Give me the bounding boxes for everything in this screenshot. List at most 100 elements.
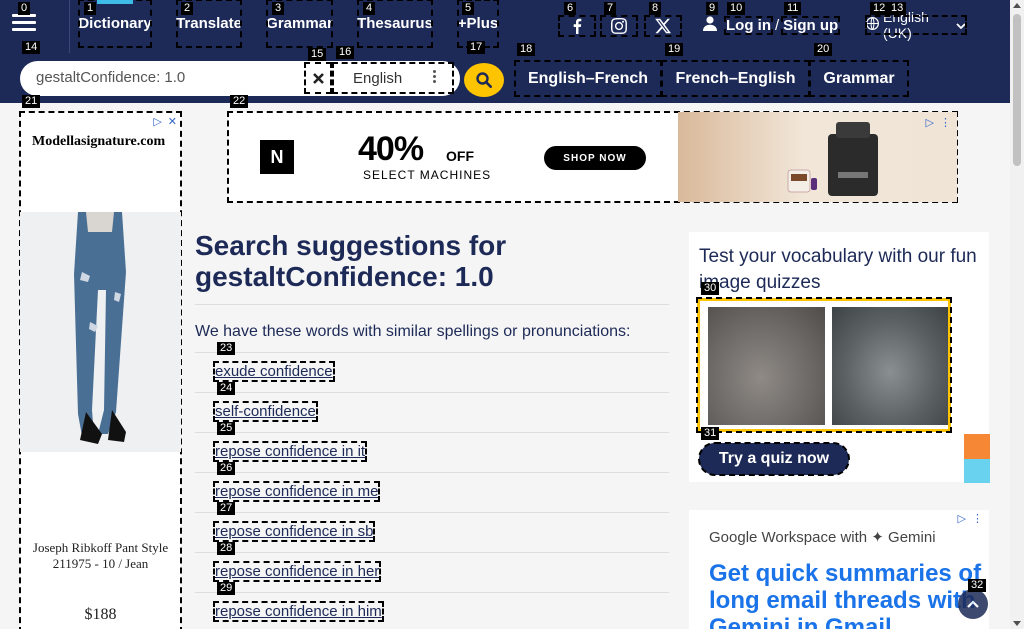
left-ad[interactable]: ▷ ✕ Modellasignature.com Joseph Ribkoff …	[19, 111, 182, 629]
back-to-top-button[interactable]	[958, 589, 988, 619]
facebook-icon[interactable]	[558, 15, 596, 37]
ad-headline: Get quick summaries of long email thread…	[709, 560, 982, 629]
mark-label: 27	[217, 502, 236, 515]
banner-ad-choices[interactable]: ▷ ⋮	[926, 116, 951, 129]
chevron-up-icon	[967, 599, 979, 608]
banner-ad[interactable]: N 40% OFF SELECT MACHINES SHOP NOW ▷ ⋮	[227, 111, 958, 203]
mark-label: 1	[84, 2, 97, 15]
mark-label: 18	[517, 43, 536, 56]
mark-label: 9	[706, 2, 719, 15]
more-vertical-icon[interactable]: ⋮	[940, 116, 951, 129]
mark-label: 29	[217, 582, 236, 595]
list-item: self-confidence	[195, 392, 669, 432]
mark-label: 17	[467, 41, 486, 54]
mark-label: 23	[217, 342, 236, 355]
login-separator: /	[775, 16, 780, 34]
promo-subtext: SELECT MACHINES	[363, 168, 492, 182]
scroll-up-arrow[interactable]	[1013, 3, 1021, 8]
suggestion-link[interactable]: repose confidence in sb	[212, 521, 376, 542]
mark-label: 4	[363, 2, 376, 15]
seal-image	[832, 307, 948, 425]
scrollbar-thumb[interactable]	[1013, 14, 1021, 166]
suggestion-link[interactable]: repose confidence in her	[212, 561, 382, 582]
mark-label: 22	[230, 95, 249, 108]
mark-label: 31	[701, 427, 720, 440]
mark-label: 12	[870, 2, 889, 15]
right-ad-choices[interactable]: ▷ ⋮	[958, 512, 983, 525]
mark-label: 2	[181, 2, 194, 15]
brand-logo: N	[260, 140, 294, 174]
link-english-french[interactable]: English–French	[514, 60, 662, 97]
close-icon[interactable]: ✕	[168, 115, 177, 128]
login-link[interactable]: Log in	[724, 15, 773, 35]
shop-now-button[interactable]: SHOP NOW	[544, 146, 646, 170]
mark-label: 19	[665, 43, 684, 56]
mark-label: 15	[308, 48, 327, 61]
search-icon	[476, 72, 492, 88]
suggestion-link[interactable]: repose confidence in it	[212, 441, 368, 462]
list-item: repose confidence in him	[195, 592, 669, 629]
page-title-term: gestaltConfidence: 1.0	[195, 261, 494, 292]
suggestion-link[interactable]: self-confidence	[213, 401, 318, 422]
suggestion-link[interactable]: repose confidence in him	[213, 601, 384, 622]
ad-choices[interactable]: ▷ ✕	[153, 115, 177, 128]
more-vertical-icon	[433, 70, 437, 85]
suggestion-list: exude confidence self-confidence repose …	[195, 352, 669, 629]
mark-label: 7	[604, 2, 617, 15]
adchoices-icon[interactable]: ▷	[153, 115, 161, 128]
search-box: English	[20, 61, 460, 96]
menu-icon[interactable]	[12, 14, 36, 34]
feedback-tab-blue[interactable]	[964, 459, 990, 483]
list-item: repose confidence in her	[195, 552, 669, 592]
search-bar-row: English English–French French–English Gr…	[0, 53, 1010, 103]
suggestion-link[interactable]: exude confidence	[213, 361, 335, 382]
mark-label: 30	[701, 282, 720, 295]
try-quiz-button[interactable]: Try a quiz now	[698, 442, 850, 476]
ad-brand-logo: Modellasignature.com	[32, 134, 166, 149]
quiz-card: Test your vocabulary with our fun image …	[689, 232, 989, 482]
feedback-tab-orange[interactable]	[964, 434, 990, 459]
mark-label: 20	[814, 43, 833, 56]
mark-label: 16	[336, 46, 355, 59]
list-item: exude confidence	[195, 352, 669, 392]
chevron-down-icon	[956, 17, 966, 33]
mark-label: 0	[18, 2, 31, 15]
language-selector[interactable]: English (UK)	[865, 9, 967, 41]
instagram-icon[interactable]	[600, 15, 638, 37]
search-input[interactable]	[36, 69, 306, 86]
list-item: repose confidence in sb	[195, 512, 669, 552]
globe-icon	[866, 17, 879, 33]
search-button[interactable]	[464, 63, 504, 97]
right-ad[interactable]: ▷ ⋮ Google Workspace with ✦ Gemini Get q…	[689, 510, 989, 629]
mark-label: 10	[727, 2, 746, 15]
suggestion-link[interactable]: repose confidence in me	[212, 481, 381, 502]
page-title-prefix: Search suggestions for	[195, 230, 507, 261]
link-french-english[interactable]: French–English	[661, 60, 810, 97]
product-price: $188	[84, 606, 117, 623]
x-icon[interactable]	[644, 15, 682, 37]
nav-divider	[69, 0, 70, 53]
adchoices-icon[interactable]: ▷	[958, 512, 966, 525]
mark-label: 14	[22, 41, 41, 54]
link-grammar[interactable]: Grammar	[809, 60, 909, 97]
dictionary-selector[interactable]: English	[332, 62, 454, 94]
product-name: Joseph Ribkoff Pant Style 211975 - 10 / …	[32, 540, 169, 571]
clear-search-button[interactable]	[304, 62, 332, 94]
adchoices-icon[interactable]: ▷	[926, 116, 934, 129]
mark-label: 24	[217, 382, 236, 395]
more-vertical-icon[interactable]: ⋮	[972, 512, 983, 525]
mark-label: 5	[462, 2, 475, 15]
page-title: Search suggestions for gestaltConfidence…	[195, 230, 669, 292]
scrollbar[interactable]	[1010, 0, 1024, 629]
scroll-down-arrow[interactable]	[1013, 621, 1021, 626]
signup-link[interactable]: Sign up	[781, 15, 841, 35]
mark-label: 3	[272, 2, 285, 15]
user-icon	[703, 15, 717, 35]
mark-label: 11	[784, 2, 802, 15]
quiz-title: Test your vocabulary with our fun image …	[699, 246, 977, 293]
hippo-image	[708, 307, 825, 425]
quiz-image[interactable]	[696, 297, 952, 433]
mark-label: 28	[217, 542, 236, 555]
mark-label: 13	[888, 2, 907, 15]
main-content: Search suggestions for gestaltConfidence…	[195, 230, 669, 629]
